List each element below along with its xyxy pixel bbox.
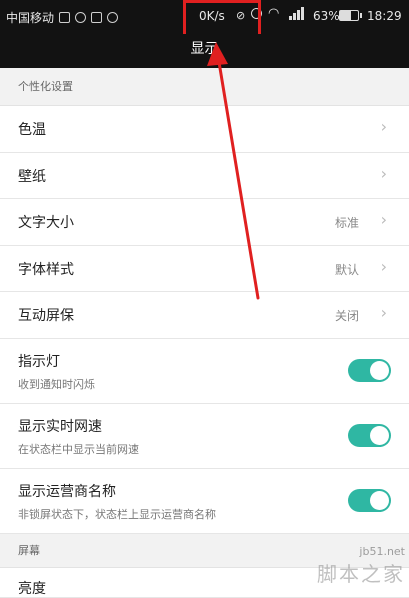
setting-label: 互动屏保 <box>18 308 74 324</box>
app-notification-icon <box>107 12 119 23</box>
setting-text-size[interactable]: 文字大小 标准 › <box>0 199 409 246</box>
setting-carrier-name: 显示运营商名称 非锁屏状态下，状态栏上显示运营商名称 <box>0 469 409 534</box>
section-header-personalize: 个性化设置 <box>0 68 409 106</box>
setting-description: 在状态栏中显示当前网速 <box>18 442 139 456</box>
watermark-site: jb51.net <box>359 545 405 558</box>
settings-list: 个性化设置 色温 › 壁纸 › 文字大小 标准 › 字体样式 默认 › 互动屏保… <box>0 68 409 598</box>
watermark: jb51.net 脚本之家 <box>317 545 405 587</box>
toggle-knob <box>370 425 389 445</box>
setting-description: 非锁屏状态下，状态栏上显示运营商名称 <box>18 507 216 521</box>
setting-label: 字体样式 <box>18 261 74 278</box>
chevron-right-icon: › <box>380 210 387 229</box>
message-icon <box>75 12 87 23</box>
carrier-name-toggle[interactable] <box>348 488 391 512</box>
sim-icon <box>59 12 71 23</box>
setting-color-temperature[interactable]: 色温 › <box>0 106 409 153</box>
setting-label: 壁纸 <box>18 168 46 185</box>
setting-indicator-light: 指示灯 收到通知时闪烁 <box>0 339 409 404</box>
watermark-name: 脚本之家 <box>317 562 405 586</box>
setting-wallpaper[interactable]: 壁纸 › <box>0 153 409 199</box>
setting-label: 指示灯 <box>18 353 60 370</box>
battery-icon <box>339 10 362 21</box>
notification-icon <box>91 12 103 23</box>
chevron-right-icon: › <box>380 303 387 322</box>
chevron-right-icon: › <box>380 117 387 136</box>
battery-percent: 63% <box>313 9 340 23</box>
wifi-icon: ◠ <box>268 6 280 21</box>
carrier-name: 中国移动 <box>6 11 55 25</box>
setting-realtime-speed: 显示实时网速 在状态栏中显示当前网速 <box>0 404 409 469</box>
setting-value: 关闭 <box>334 309 359 323</box>
toggle-knob <box>370 360 389 380</box>
setting-label: 文字大小 <box>18 215 74 231</box>
signal-icon <box>289 6 304 20</box>
setting-label: 色温 <box>18 122 46 138</box>
setting-label: 显示运营商名称 <box>18 483 116 500</box>
indicator-toggle[interactable] <box>348 358 391 382</box>
page-title: 显示 <box>0 34 409 68</box>
setting-description: 收到通知时闪烁 <box>18 377 95 391</box>
chevron-right-icon: › <box>380 163 387 183</box>
setting-font-style[interactable]: 字体样式 默认 › <box>0 246 409 292</box>
realtime-speed-toggle[interactable] <box>348 423 391 447</box>
clock: 18:29 <box>367 9 402 23</box>
setting-screensaver[interactable]: 互动屏保 关闭 › <box>0 292 409 339</box>
setting-value: 默认 <box>334 262 359 277</box>
setting-label: 显示实时网速 <box>18 418 102 435</box>
setting-value: 标准 <box>334 216 359 230</box>
setting-label: 亮度 <box>18 580 46 597</box>
highlight-box <box>183 0 261 38</box>
toggle-knob <box>370 490 389 510</box>
chevron-right-icon: › <box>380 256 387 276</box>
